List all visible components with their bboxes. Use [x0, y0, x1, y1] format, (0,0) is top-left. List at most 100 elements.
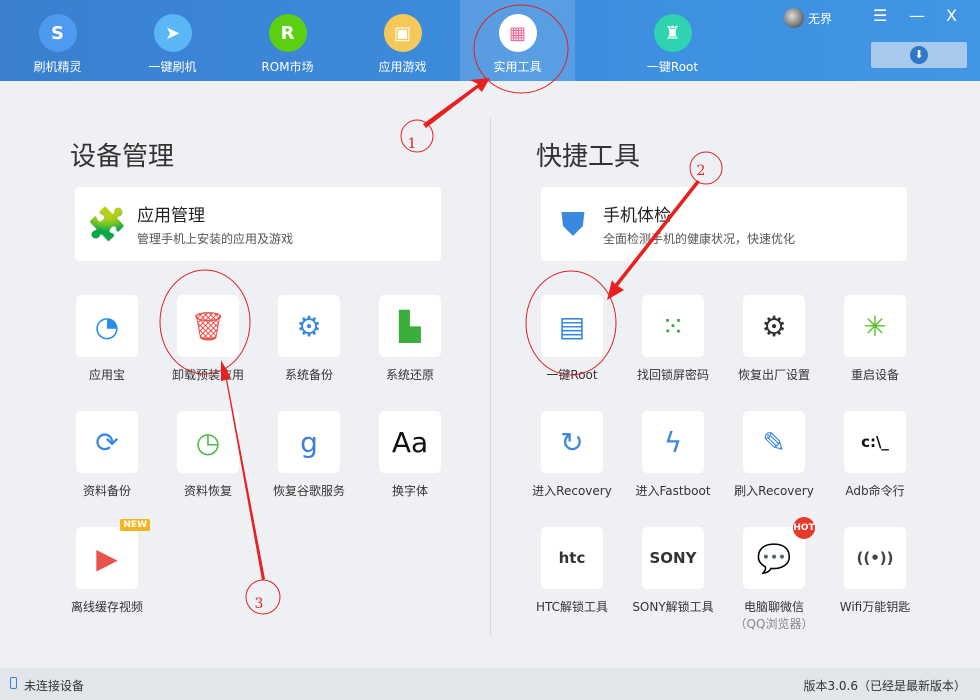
annotation-circle [245, 579, 281, 615]
tool-tile[interactable]: ▶ NEW 离线缓存视频 [57, 519, 157, 615]
tool-tile[interactable]: ⚙ 系统备份 [259, 295, 359, 383]
nav-tab-3[interactable]: ▣ 应用游戏 [345, 0, 460, 81]
yingyongbao-icon: ◔ [94, 309, 120, 343]
tile-icon-box: ϟ [642, 411, 704, 473]
tool-tile[interactable]: 🗑 卸载预装应用 [158, 295, 258, 383]
tile-label: 离线缓存视频 [70, 600, 143, 614]
annotation-circle [689, 151, 723, 185]
tile-label: 卸载预装应用 [171, 368, 244, 382]
tool-tile[interactable]: 💬 HOT 电脑聊微信 （QQ浏览器） [724, 517, 824, 632]
card-title: 应用管理 [137, 206, 205, 226]
tool-tile[interactable]: ⚙ 恢复出厂设置 [724, 295, 824, 383]
phone-icon [10, 677, 17, 689]
tool-tile[interactable]: ◷ 资料恢复 [158, 411, 258, 499]
tool-tile[interactable]: ϟ 进入Fastboot [623, 411, 723, 499]
tile-icon-box: ▶ NEW [76, 519, 150, 589]
restore-document-icon: ▙ [399, 309, 421, 343]
tile-label: SONY解锁工具 [632, 600, 714, 614]
tile-icon-box: ◔ [76, 295, 138, 357]
nav-tab-2[interactable]: R ROM市场 [230, 0, 345, 81]
tile-label: 恢复谷歌服务 [272, 484, 345, 498]
tool-tile[interactable]: ⁙ 找回锁屏密码 [623, 295, 723, 383]
tile-icon-box: c:\_ [844, 411, 906, 473]
download-icon: ⬇ [910, 46, 928, 64]
tool-tile[interactable]: Aa 换字体 [360, 411, 460, 499]
close-icon[interactable]: X [946, 6, 957, 25]
cursor-arrow-icon: ➤ [153, 14, 192, 52]
shield-icon: ⛊ [560, 204, 585, 243]
tile-label: 一键Root [546, 368, 598, 382]
tile-label: 系统还原 [385, 368, 434, 382]
tile-icon-box: 💬 HOT [743, 517, 815, 589]
nav-tab-label: 刷机精灵 [33, 60, 82, 74]
tile-label: 系统备份 [284, 368, 333, 382]
connection-status: 未连接设备 [24, 679, 85, 693]
terminal-icon: c:\_ [861, 433, 889, 451]
tile-icon-box: SONY [642, 527, 704, 589]
tablet-pen-icon: ✎ [762, 425, 786, 459]
tool-tile[interactable]: c:\_ Adb命令行 [825, 411, 925, 499]
tile-icon-box: ((•)) [844, 527, 906, 589]
tool-tile[interactable]: SONY SONY解锁工具 [623, 527, 723, 615]
tile-icon-box: ↻ [541, 411, 603, 473]
menu-icon[interactable]: ☰ [873, 6, 887, 25]
google-g-icon: g [300, 425, 318, 459]
tool-tile[interactable]: ▤ 一键Root [522, 295, 622, 383]
sync-icon: ⟳ [95, 425, 119, 459]
avatar[interactable] [784, 8, 804, 28]
card-title: 手机体检 [603, 206, 671, 226]
tile-icon-box: ✳ [844, 295, 906, 357]
card-subtitle: 管理手机上安装的应用及游戏 [137, 232, 294, 246]
rom-r-icon: R [268, 14, 307, 52]
tile-icon-box: htc [541, 527, 603, 589]
nav-tab-label: 一键Root [646, 60, 699, 74]
nav-tab-label: ROM市场 [261, 60, 314, 74]
phone-checkup-card[interactable]: ⛊ 手机体检 全面检测手机的健康状况，快速优化 [541, 187, 907, 261]
nav-tab-5[interactable]: ♜ 一键Root [615, 0, 730, 81]
tile-sublabel: （QQ浏览器） [734, 617, 814, 631]
gears-icon: ⚙ [761, 309, 787, 343]
section-title-tools: 快捷工具 [536, 142, 641, 172]
app-management-card[interactable]: 🧩 应用管理管理手机上安装的应用及游戏 [75, 187, 441, 261]
puzzle-icon: 🧩 [87, 205, 127, 243]
trash-icon: 🗑 [190, 309, 226, 343]
tool-tile[interactable]: ✎ 刷入Recovery [724, 411, 824, 499]
tile-label: 进入Fastboot [635, 484, 711, 498]
annotation-arrow [423, 78, 490, 128]
tool-tile[interactable]: ▙ 系统还原 [360, 295, 460, 383]
htc-unlock-icon: htc [558, 549, 586, 567]
tool-tile[interactable]: ◔ 应用宝 [57, 295, 157, 383]
tool-tile[interactable]: htc HTC解锁工具 [522, 527, 622, 615]
font-aa-icon: Aa [391, 425, 429, 459]
tool-tile[interactable]: ↻ 进入Recovery [522, 411, 622, 499]
tile-label: 刷入Recovery [734, 484, 814, 498]
tile-label: 资料备份 [82, 484, 131, 498]
username: 无界 [808, 11, 833, 26]
annotation-number: 1 [408, 136, 417, 152]
nav-tab-1[interactable]: ➤ 一键刷机 [115, 0, 230, 81]
refresh-icon: ↻ [560, 425, 584, 459]
nav-tab-0[interactable]: S 刷机精灵 [0, 0, 115, 81]
tool-tile[interactable]: ⟳ 资料备份 [57, 411, 157, 499]
android-root-icon: ▤ [558, 309, 586, 343]
tool-tile[interactable]: ((•)) Wifi万能钥匙 [825, 527, 925, 615]
tile-icon-box: 🗑 [177, 295, 239, 357]
version-info: 版本3.0.6（已经是最新版本） [803, 679, 966, 693]
status-bar: 未连接设备 版本3.0.6（已经是最新版本） [0, 668, 980, 700]
tool-tile[interactable]: ✳ 重启设备 [825, 295, 925, 383]
tile-label: 资料恢复 [183, 484, 232, 498]
shield-s-icon: S [38, 14, 77, 52]
tile-label: HTC解锁工具 [535, 600, 609, 614]
annotation-circle [400, 119, 434, 153]
shopping-bag-icon: ▣ [383, 14, 422, 52]
annotation-number: 2 [697, 163, 706, 179]
minimize-icon[interactable]: — [909, 6, 925, 25]
tile-icon-box: ◷ [177, 411, 239, 473]
nav-tab-4[interactable]: ▦ 实用工具 [460, 0, 575, 81]
tile-label: 找回锁屏密码 [636, 368, 709, 382]
tile-label: 应用宝 [88, 368, 125, 382]
tool-tile[interactable]: g 恢复谷歌服务 [259, 411, 359, 499]
download-button[interactable]: ⬇ [871, 42, 967, 68]
user-account[interactable]: 无界 [784, 8, 832, 28]
video-phone-icon: ▶ [96, 541, 118, 575]
